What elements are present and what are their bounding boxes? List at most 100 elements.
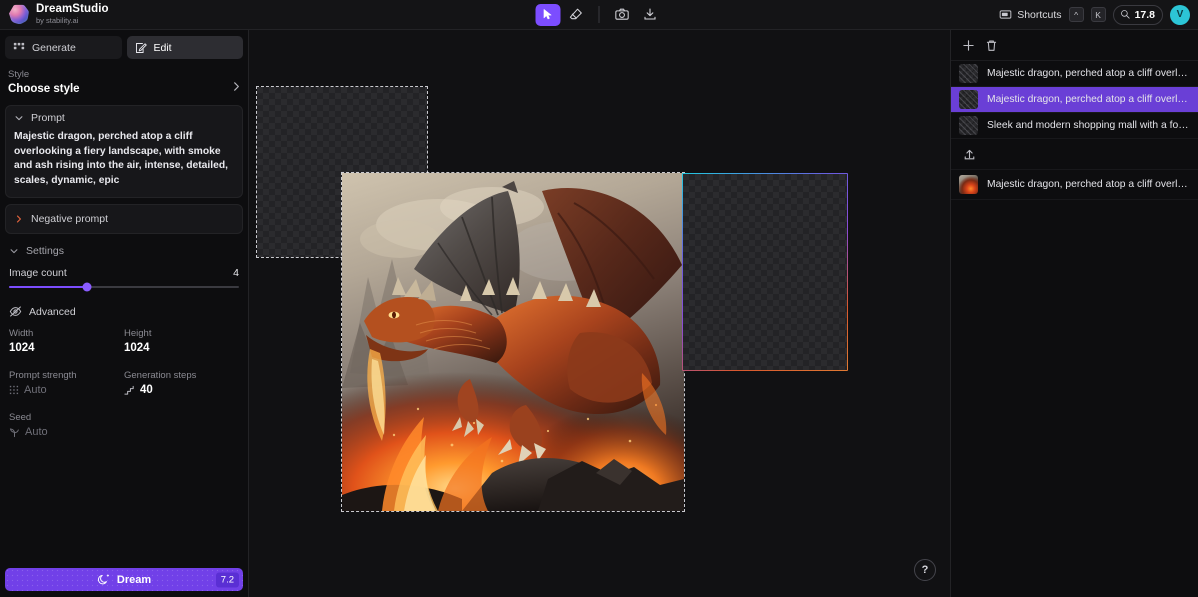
screenshot-tool-button[interactable] [610,4,635,26]
dream-label: Dream [117,574,151,586]
trash-icon [985,39,998,52]
layer-row[interactable]: Sleek and modern shopping mall with a fo… [951,113,1198,139]
style-value: Choose style [8,83,240,95]
camera-icon [615,7,630,22]
shortcut-key-k[interactable]: K [1091,7,1106,22]
strength-steps-fields: Prompt strength Auto Generation [0,365,248,396]
image-count-row: Image count 4 [0,264,248,279]
dream-cost-badge: 7.2 [216,572,239,587]
eye-off-icon [9,305,22,318]
eraser-tool-button[interactable] [564,4,589,26]
upload-button[interactable] [959,144,979,164]
seed-label: Seed [9,412,124,423]
image-count-label: Image count [9,267,67,279]
user-avatar[interactable]: V [1170,5,1190,25]
canvas-toolbar [536,0,663,29]
prompt-strength-value: Auto [24,384,47,396]
generation-steps-value-row: 40 [124,384,239,396]
shortcuts-button[interactable]: Shortcuts [999,8,1061,21]
dreamstudio-logo-icon [9,4,29,24]
brand-text: DreamStudio by stability.ai [36,4,109,24]
prompt-input[interactable]: Majestic dragon, perched atop a cliff ov… [6,128,242,197]
upload-icon [963,148,976,161]
app-subtitle: by stability.ai [36,17,109,25]
image-count-value: 4 [233,267,239,279]
layer-title: Majestic dragon, perched atop a cliff ov… [987,94,1190,105]
layer-row[interactable]: Majestic dragon, perched atop a cliff ov… [951,61,1198,87]
shortcut-key-ctrl[interactable]: ^ [1069,7,1084,22]
top-bar-right: Shortcuts ^ K 17.8 V [999,0,1198,29]
dreamstudio-app: DreamStudio by stability.ai [0,0,1198,597]
canvas-area[interactable]: ? [249,30,950,597]
seed-field[interactable]: Seed Auto [9,412,124,438]
app-title: DreamStudio [36,4,109,16]
settings-title: Settings [26,245,64,257]
prompt-title: Prompt [31,112,65,124]
brand[interactable]: DreamStudio by stability.ai [0,4,249,24]
prompt-strength-field[interactable]: Prompt strength Auto [9,370,124,396]
active-layer-checker [683,174,847,370]
keyboard-icon [999,8,1012,21]
tab-edit[interactable]: Edit [127,36,244,59]
uploaded-image-thumbnail [959,175,978,194]
seed-sprout-icon [9,427,20,438]
slider-thumb[interactable] [83,283,92,292]
prompt-strength-value-row: Auto [9,384,124,396]
add-layer-button[interactable] [958,35,978,55]
prompt-strength-label: Prompt strength [9,370,124,381]
download-icon [643,7,658,22]
advanced-toggle[interactable]: Advanced [0,288,248,323]
tab-generate[interactable]: Generate [5,36,122,59]
seed-value: Auto [25,426,48,438]
layer-thumbnail [959,90,978,109]
settings-header[interactable]: Settings [0,234,248,264]
image-count-slider[interactable] [0,279,248,288]
generation-steps-field[interactable]: Generation steps 40 [124,370,239,396]
top-bar: DreamStudio by stability.ai [0,0,1198,30]
canvas-layer-dragon-image[interactable] [342,173,684,511]
list-item[interactable]: Majestic dragon, perched atop a cliff ov… [951,170,1198,200]
prompt-header[interactable]: Prompt [6,106,242,128]
steps-icon [124,385,135,396]
layer-title: Sleek and modern shopping mall with a fo… [987,120,1190,131]
negative-prompt-card[interactable]: Negative prompt [5,204,243,234]
tab-generate-label: Generate [32,42,76,54]
plus-icon [962,39,975,52]
seed-fields: Seed Auto [0,407,248,438]
dots-grid-icon [9,385,19,395]
eraser-icon [569,7,584,22]
shortcuts-label: Shortcuts [1017,9,1061,21]
seed-spacer [124,412,239,438]
moon-icon [97,573,110,586]
left-sidebar: Generate Edit Style Choose style [0,30,249,597]
layer-row[interactable]: Majestic dragon, perched atop a cliff ov… [951,87,1198,113]
chevron-down-icon [14,113,24,123]
toolbar-divider [599,6,600,23]
credits-badge[interactable]: 17.8 [1113,5,1163,25]
style-selector[interactable]: Style Choose style [0,64,248,102]
cursor-icon [542,8,555,21]
advanced-label: Advanced [29,306,76,318]
select-tool-button[interactable] [536,4,561,26]
delete-layer-button[interactable] [981,35,1001,55]
help-button[interactable]: ? [914,559,936,581]
upload-row [951,139,1198,170]
style-label: Style [8,69,240,80]
prompt-card: Prompt Majestic dragon, perched atop a c… [5,105,243,198]
layer-title: Majestic dragon, perched atop a cliff ov… [987,68,1190,79]
dream-button-wrap: Dream 7.2 [0,563,248,597]
width-label: Width [9,328,124,339]
canvas-layer-active-selection[interactable] [682,173,848,371]
height-field[interactable]: Height 1024 [124,328,239,354]
negative-prompt-title: Negative prompt [31,213,108,225]
uploaded-image-title: Majestic dragon, perched atop a cliff ov… [987,179,1190,190]
negative-prompt-header[interactable]: Negative prompt [6,205,242,233]
width-field[interactable]: Width 1024 [9,328,124,354]
dream-button[interactable]: Dream 7.2 [5,568,243,591]
generation-steps-label: Generation steps [124,370,239,381]
download-tool-button[interactable] [638,4,663,26]
dream-button-content: Dream [97,573,151,586]
tab-edit-label: Edit [154,42,172,54]
grid-dots-icon [13,42,25,54]
credit-coin-icon [1120,9,1131,20]
